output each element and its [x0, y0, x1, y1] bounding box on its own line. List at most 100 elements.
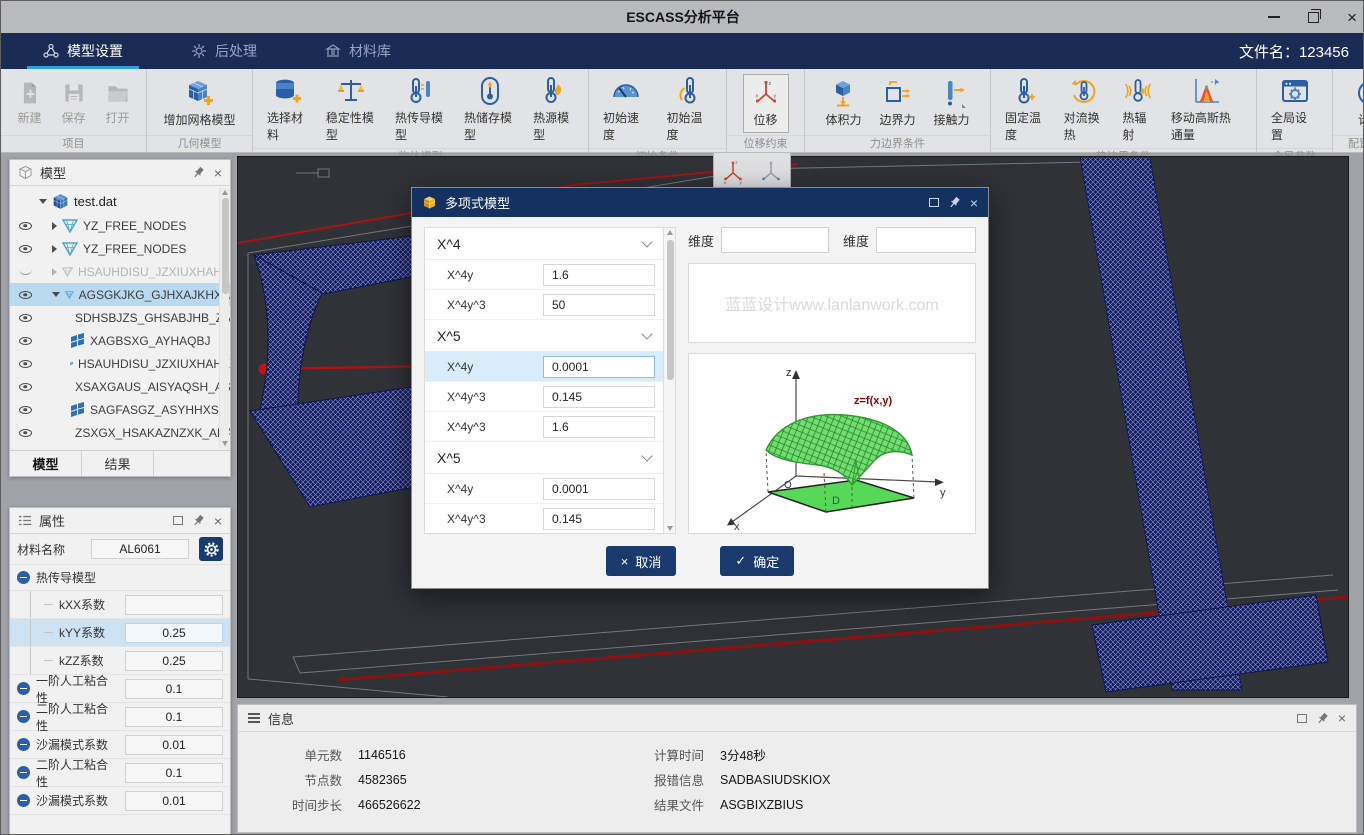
tree-item-selected[interactable]: AGSGKJKG_GJHXAJKHXA	[10, 283, 230, 306]
tree-item[interactable]: YZ_FREE_NODES	[10, 237, 230, 260]
kyy-input[interactable]	[125, 623, 223, 643]
property-input[interactable]	[125, 679, 223, 699]
ok-button[interactable]: ✓ 确定	[720, 546, 794, 576]
tree-item[interactable]: XSAXGAUS_AISYAQSH_ASHX	[10, 375, 230, 398]
tab-model[interactable]: 模型	[10, 451, 82, 476]
eye-icon[interactable]	[19, 314, 32, 322]
thermal-radiation-button[interactable]: 热辐射	[1114, 72, 1161, 148]
pin-icon[interactable]	[1316, 712, 1329, 725]
convection-button[interactable]: 对流换热	[1056, 72, 1113, 148]
term-value-input[interactable]	[543, 508, 655, 530]
term-group-header[interactable]: X^4	[425, 228, 663, 260]
minimize-icon[interactable]	[1268, 16, 1280, 18]
dialog-titlebar[interactable]: 多项式模型 ×	[412, 188, 988, 217]
term-row-selected[interactable]: X^4y	[425, 352, 663, 382]
eye-icon[interactable]	[19, 360, 32, 368]
close-icon[interactable]: ×	[214, 514, 222, 528]
select-material-button[interactable]: 选择材料	[259, 72, 316, 148]
new-file-button[interactable]: 新建	[9, 76, 51, 131]
expand-arrow-icon[interactable]	[52, 222, 57, 230]
scroll-up-icon[interactable]	[667, 230, 673, 235]
property-row-kyy[interactable]: kYY系数	[10, 619, 230, 647]
collapse-minus-icon[interactable]	[17, 794, 30, 807]
stability-model-button[interactable]: 稳定性模型	[318, 72, 385, 148]
term-value-input[interactable]	[543, 416, 655, 438]
tree-item[interactable]: YZ_FREE_NODES	[10, 214, 230, 237]
term-value-input[interactable]	[543, 356, 655, 378]
tree-item[interactable]: ZSXGX_HSAKAZNZXK_AHASX	[10, 421, 230, 444]
kxx-input[interactable]	[125, 595, 223, 615]
term-value-input[interactable]	[543, 264, 655, 286]
kzz-input[interactable]	[125, 651, 223, 671]
collapse-arrow-icon[interactable]	[39, 199, 47, 204]
term-value-input[interactable]	[543, 478, 655, 500]
pin-icon[interactable]	[948, 196, 961, 209]
term-value-input[interactable]	[543, 386, 655, 408]
moving-gauss-heat-flux-button[interactable]: 移动高斯热通量	[1163, 72, 1250, 148]
open-button[interactable]: 打开	[97, 76, 139, 131]
add-mesh-model-button[interactable]: 增加网格模型	[155, 74, 243, 133]
chevron-down-icon[interactable]	[641, 236, 652, 247]
collapse-arrow-icon[interactable]	[52, 292, 60, 297]
term-row[interactable]: X^4y^3	[425, 412, 663, 442]
cancel-button[interactable]: × 取消	[606, 546, 677, 576]
thermal-conduction-section[interactable]: 热传导模型	[10, 565, 230, 591]
scroll-up-icon[interactable]	[222, 190, 228, 195]
displacement-triad-icon[interactable]: xyz	[720, 159, 746, 185]
thermal-storage-model-button[interactable]: 热储存模型	[456, 72, 523, 148]
contact-force-button[interactable]: 接触力	[926, 74, 978, 133]
boundary-force-button[interactable]: 边界力	[871, 74, 923, 133]
expand-arrow-icon[interactable]	[52, 268, 57, 276]
thermal-conduction-model-button[interactable]: 热传导模型	[387, 72, 454, 148]
property-row-kxx[interactable]: kXX系数	[10, 591, 230, 619]
term-row[interactable]: X^4y^3	[425, 504, 663, 534]
global-settings-button[interactable]: 全局设置	[1263, 72, 1326, 148]
tree-scrollbar[interactable]	[219, 188, 229, 448]
collapse-minus-icon[interactable]	[17, 682, 30, 695]
expand-arrow-icon[interactable]	[52, 245, 57, 253]
property-input[interactable]	[125, 707, 223, 727]
term-list-scrollbar[interactable]	[663, 228, 675, 533]
tab-material-library[interactable]: 材料库	[299, 33, 417, 69]
close-icon[interactable]: ×	[214, 166, 222, 180]
initial-velocity-button[interactable]: 初始速度	[595, 72, 657, 148]
maximize-icon[interactable]	[1297, 714, 1307, 723]
eye-icon[interactable]	[19, 245, 32, 253]
term-row[interactable]: X^4y^3	[425, 290, 663, 320]
tree-item[interactable]: SDHSBJZS_GHSABJHB_ZAHU	[10, 444, 230, 450]
dimension-input-1[interactable]	[721, 227, 829, 253]
tree-item-hidden[interactable]: HSAUHDISU_JZXIUXHAHX	[10, 260, 230, 283]
tree-item[interactable]: HSAUHDISU_JZXIUXHAHX	[10, 352, 230, 375]
scroll-down-icon[interactable]	[667, 526, 673, 531]
displacement-button[interactable]: zxy 位移	[743, 74, 789, 133]
tree-scrollbar-thumb[interactable]	[222, 198, 229, 294]
heat-source-model-button[interactable]: 热源模型	[525, 72, 582, 148]
displacement-triad-alt-icon[interactable]	[758, 159, 784, 185]
pin-icon[interactable]	[192, 166, 205, 179]
tree-item[interactable]: XAGBSXG_AYHAQBJ	[10, 329, 230, 352]
eye-icon[interactable]	[19, 222, 32, 230]
collapse-minus-icon[interactable]	[17, 766, 30, 779]
term-list-scrollbar-thumb[interactable]	[667, 240, 674, 380]
term-row[interactable]: X^4y	[425, 260, 663, 290]
fixed-temperature-button[interactable]: 固定温度	[997, 72, 1054, 148]
collapse-minus-icon[interactable]	[17, 571, 30, 584]
eye-closed-icon[interactable]	[19, 269, 32, 275]
compute-button[interactable]: 计算	[1347, 74, 1364, 133]
tab-postprocess[interactable]: 后处理	[165, 33, 283, 69]
eye-icon[interactable]	[19, 291, 32, 299]
property-row[interactable]: 二阶人工粘合性	[10, 759, 230, 787]
property-row[interactable]: 沙漏模式系数	[10, 787, 230, 815]
eye-icon[interactable]	[19, 429, 32, 437]
initial-temperature-button[interactable]: 初始温度	[659, 72, 721, 148]
material-name-input[interactable]	[91, 539, 189, 559]
maximize-icon[interactable]	[929, 198, 939, 207]
tree-item[interactable]: SAGFASGZ_ASYHHXSN	[10, 398, 230, 421]
collapse-minus-icon[interactable]	[17, 710, 30, 723]
maximize-icon[interactable]	[173, 516, 183, 525]
property-row[interactable]: 二阶人工粘合性	[10, 703, 230, 731]
close-icon[interactable]: ×	[1347, 9, 1357, 26]
scroll-down-icon[interactable]	[222, 441, 228, 446]
material-settings-button[interactable]	[199, 537, 223, 561]
property-input[interactable]	[125, 763, 223, 783]
